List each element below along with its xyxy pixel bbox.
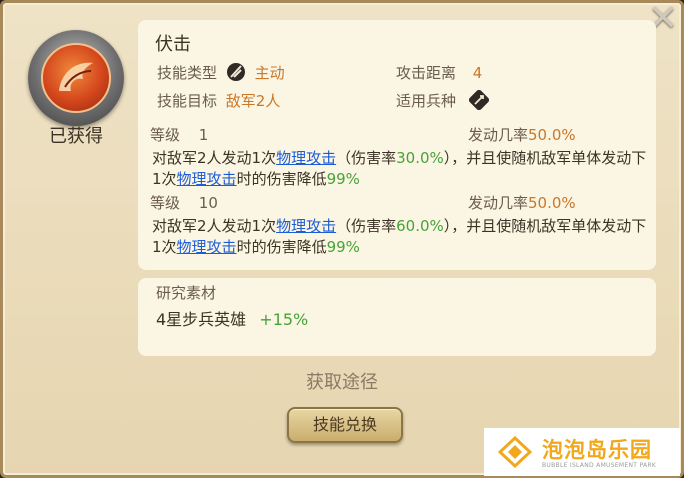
sword-icon xyxy=(468,90,489,110)
trigger-label: 发动几率 xyxy=(468,194,529,212)
level-10-description: 对敌军2人发动1次物理攻击（伤害率60.0%），并且使随机敌军单体发动下1次物理… xyxy=(152,216,652,258)
skill-name: 伏击 xyxy=(155,34,191,55)
obtained-status: 已获得 xyxy=(49,126,103,147)
watermark-title: 泡泡岛乐园 xyxy=(542,438,652,462)
desc-text: （伤害率 xyxy=(336,149,397,167)
desc-text: 对敌军2人发动1次 xyxy=(152,217,277,235)
trigger-value: 50.0% xyxy=(528,126,576,144)
skill-target-label: 技能目标 xyxy=(157,92,218,110)
bubble-island-logo-icon xyxy=(498,436,532,468)
level-1-header: 等级 1 xyxy=(150,124,208,145)
skill-target-value: 敌军2人 xyxy=(225,92,281,110)
physical-attack-link[interactable]: 物理攻击 xyxy=(177,238,237,256)
research-bonus: +15% xyxy=(259,310,309,329)
research-title: 研究素材 xyxy=(156,282,216,303)
desc-text: （伤害率 xyxy=(336,217,397,235)
level-10-trigger: 发动几率50.0% xyxy=(468,192,576,213)
physical-attack-link[interactable]: 物理攻击 xyxy=(276,149,336,167)
level-label: 等级 xyxy=(150,194,181,212)
slash-attack-icon xyxy=(226,63,245,81)
attack-range-row: 攻击距离 4 xyxy=(396,62,482,83)
watermark-subtitle: BUBBLE ISLAND AMUSEMENT PARK xyxy=(542,462,657,469)
physical-attack-link[interactable]: 物理攻击 xyxy=(276,217,336,235)
trigger-label: 发动几率 xyxy=(468,126,529,144)
desc-text: 时的伤害降低 xyxy=(236,170,327,188)
level-value: 10 xyxy=(198,194,218,212)
level-1-description: 对敌军2人发动1次物理攻击（伤害率30.0%），并且使随机敌军单体发动下1次物理… xyxy=(152,148,652,190)
skill-type-row: 技能类型 主动 xyxy=(157,62,285,83)
troop-type-label: 适用兵种 xyxy=(396,92,457,110)
damage-reduction: 99% xyxy=(326,170,360,188)
trigger-value: 50.0% xyxy=(528,194,576,212)
desc-text: 时的伤害降低 xyxy=(236,238,327,256)
damage-rate: 30.0% xyxy=(396,149,444,167)
physical-attack-link[interactable]: 物理攻击 xyxy=(177,170,237,188)
ambush-skill-icon xyxy=(28,30,124,126)
level-1-trigger: 发动几率50.0% xyxy=(468,124,576,145)
attack-range-label: 攻击距离 xyxy=(396,64,457,82)
skill-type-value: 主动 xyxy=(254,64,285,82)
level-label: 等级 xyxy=(150,126,181,144)
watermark: 泡泡岛乐园 BUBBLE ISLAND AMUSEMENT PARK xyxy=(484,428,680,476)
research-item: 4星步兵英雄 xyxy=(156,310,247,329)
skill-type-label: 技能类型 xyxy=(157,64,218,82)
skill-exchange-button[interactable]: 技能兑换 xyxy=(287,407,403,443)
skill-target-row: 技能目标 敌军2人 xyxy=(157,90,280,111)
troop-type-row: 适用兵种 xyxy=(396,90,493,111)
acquire-method-label: 获取途径 xyxy=(306,372,378,393)
damage-reduction: 99% xyxy=(326,238,360,256)
research-item-row: 4星步兵英雄 +15% xyxy=(156,306,308,330)
level-value: 1 xyxy=(198,126,209,144)
attack-range-value: 4 xyxy=(472,64,483,82)
research-title-text: 研究素材 xyxy=(156,284,217,302)
desc-text: 对敌军2人发动1次 xyxy=(152,149,277,167)
damage-rate: 60.0% xyxy=(396,217,444,235)
level-10-header: 等级 10 xyxy=(150,192,218,213)
